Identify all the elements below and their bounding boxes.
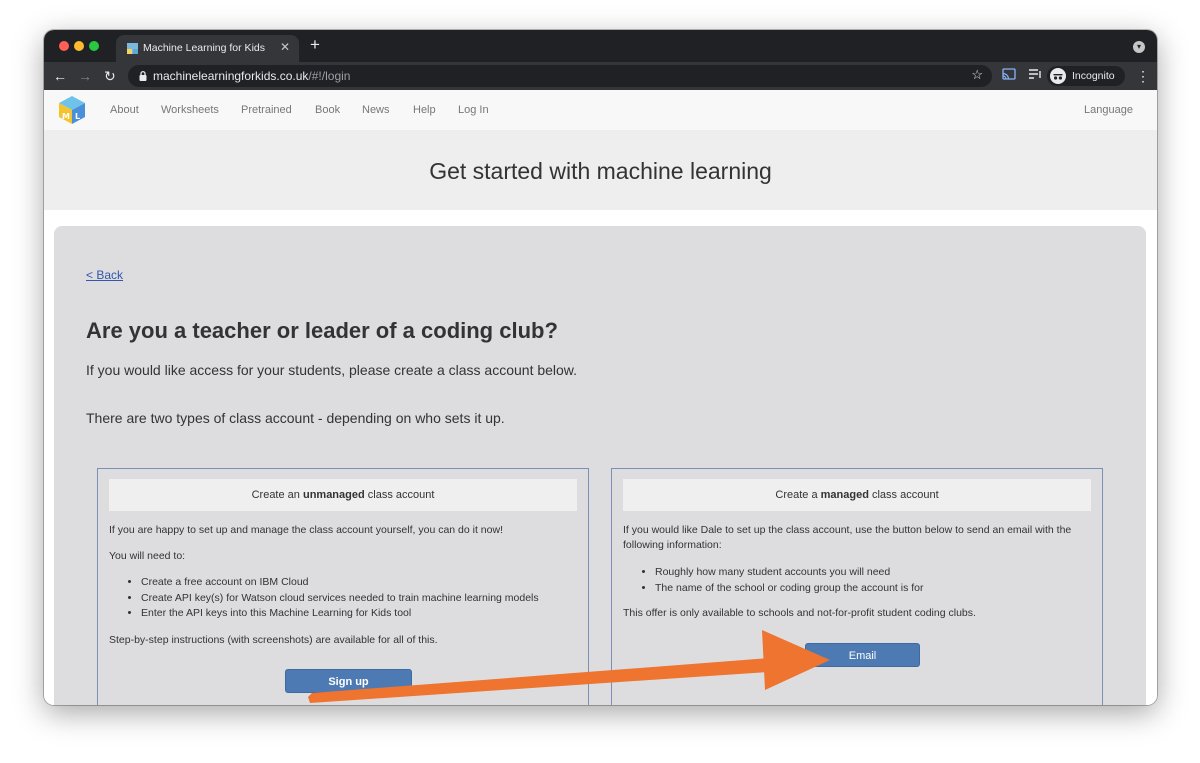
unmanaged-card-title: Create an unmanaged class account <box>109 479 577 511</box>
incognito-icon <box>1050 68 1066 84</box>
login-panel: < Back Are you a teacher or leader of a … <box>54 226 1146 705</box>
minimize-window-button[interactable] <box>74 41 84 51</box>
managed-card-title: Create a managed class account <box>623 479 1091 511</box>
unmanaged-need-label: You will need to: <box>109 550 186 562</box>
account-types-text: There are two types of class account - d… <box>86 410 505 426</box>
kebab-menu-icon[interactable]: ⋮ <box>1136 67 1150 85</box>
back-arrow-icon[interactable]: ← <box>53 67 67 85</box>
unmanaged-steps-list: Create a free account on IBM Cloud Creat… <box>109 575 539 622</box>
url-domain: machinelearningforkids.co.uk <box>153 69 309 83</box>
managed-account-card: Create a managed class account If you wo… <box>611 468 1103 705</box>
card-title-suffix: class account <box>868 489 939 501</box>
list-item: Enter the API keys into this Machine Lea… <box>141 606 539 622</box>
nav-about[interactable]: About <box>110 104 139 116</box>
nav-login[interactable]: Log In <box>458 104 489 116</box>
teacher-heading: Are you a teacher or leader of a coding … <box>86 318 558 343</box>
list-item: Roughly how many student accounts you wi… <box>655 565 924 581</box>
svg-text:L: L <box>75 112 80 121</box>
email-button[interactable]: Email <box>805 643 920 667</box>
managed-info-list: Roughly how many student accounts you wi… <box>623 565 924 596</box>
managed-intro: If you would like Dale to set up the cla… <box>623 524 1072 551</box>
managed-offer-note: This offer is only available to schools … <box>623 607 976 619</box>
unmanaged-instructions-note: Step-by-step instructions (with screensh… <box>109 634 438 646</box>
star-icon[interactable]: ☆ <box>971 67 983 83</box>
list-item: The name of the school or coding group t… <box>655 581 924 597</box>
tab-title: Machine Learning for Kids <box>143 42 265 54</box>
svg-text:M: M <box>62 112 70 121</box>
page-title: Get started with machine learning <box>429 158 772 184</box>
card-title-prefix: Create a <box>775 489 821 501</box>
hero-banner: Get started with machine learning <box>44 130 1157 210</box>
card-title-bold: unmanaged <box>302 489 365 501</box>
nav-pretrained[interactable]: Pretrained <box>241 104 292 116</box>
close-window-button[interactable] <box>59 41 69 51</box>
unmanaged-intro: If you are happy to set up and manage th… <box>109 524 503 536</box>
list-item: Create API key(s) for Watson cloud servi… <box>141 591 539 607</box>
maximize-window-button[interactable] <box>89 41 99 51</box>
web-page: M L About Worksheets Pretrained Book New… <box>44 90 1157 705</box>
nav-worksheets[interactable]: Worksheets <box>161 104 219 116</box>
card-title-bold: managed <box>820 489 869 501</box>
lock-icon <box>139 70 147 81</box>
media-queue-icon[interactable] <box>1028 68 1042 80</box>
address-bar[interactable]: machinelearningforkids.co.uk/#!/login ☆ <box>128 65 992 87</box>
tab-strip: Machine Learning for Kids ✕ + ▾ <box>44 30 1157 62</box>
profile-button[interactable]: Incognito <box>1047 66 1125 86</box>
nav-help[interactable]: Help <box>413 104 436 116</box>
close-tab-icon[interactable]: ✕ <box>280 40 290 54</box>
new-tab-button[interactable]: + <box>310 35 320 55</box>
browser-tab[interactable]: Machine Learning for Kids ✕ <box>116 35 299 62</box>
list-item: Create a free account on IBM Cloud <box>141 575 539 591</box>
card-title-suffix: class account <box>364 489 435 501</box>
nav-language[interactable]: Language <box>1084 104 1133 116</box>
cast-icon[interactable] <box>1002 68 1016 80</box>
back-link[interactable]: < Back <box>86 268 123 282</box>
browser-window: Machine Learning for Kids ✕ + ▾ ← → ↻ ma… <box>44 30 1157 705</box>
card-title-prefix: Create an <box>251 489 303 501</box>
site-navbar: M L About Worksheets Pretrained Book New… <box>44 90 1157 130</box>
forward-arrow-icon[interactable]: → <box>78 67 92 85</box>
url-text: machinelearningforkids.co.uk/#!/login <box>153 69 350 83</box>
intro-text: If you would like access for your studen… <box>86 362 578 378</box>
nav-news[interactable]: News <box>362 104 390 116</box>
sign-up-button[interactable]: Sign up <box>285 669 412 693</box>
site-favicon-icon <box>127 43 138 54</box>
tab-search-icon[interactable]: ▾ <box>1133 41 1145 53</box>
browser-toolbar: ← → ↻ machinelearningforkids.co.uk/#!/lo… <box>44 62 1157 90</box>
reload-icon[interactable]: ↻ <box>104 67 116 85</box>
unmanaged-account-card: Create an unmanaged class account If you… <box>97 468 589 705</box>
ml-logo-icon[interactable]: M L <box>58 95 86 125</box>
profile-label: Incognito <box>1072 70 1115 82</box>
nav-book[interactable]: Book <box>315 104 340 116</box>
url-path: /#!/login <box>308 69 351 83</box>
